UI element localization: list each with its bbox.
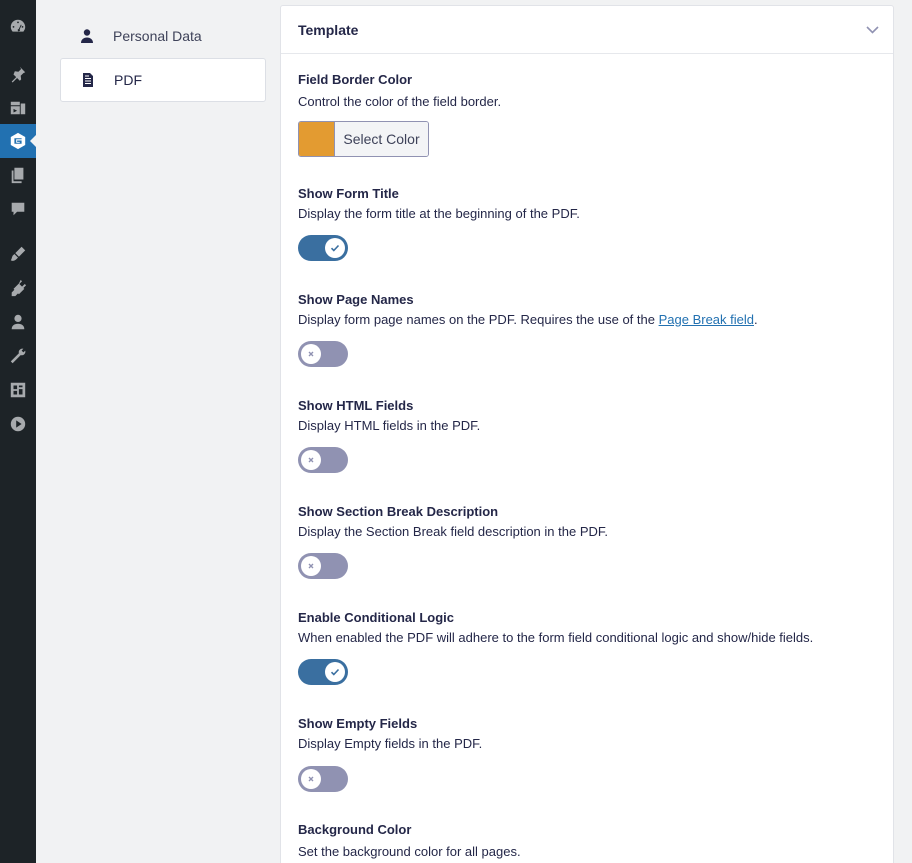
field-description: Set the background color for all pages. xyxy=(298,844,521,859)
show-empty-fields-toggle[interactable] xyxy=(298,766,348,792)
plugins-icon[interactable] xyxy=(0,271,36,305)
description-text-end: . xyxy=(754,312,758,327)
field-description: When enabled the PDF will adhere to the … xyxy=(298,630,814,645)
x-icon xyxy=(301,769,321,789)
field-title: Show Empty Fields xyxy=(298,716,418,731)
select-color-label: Select Color xyxy=(335,122,428,156)
users-icon[interactable] xyxy=(0,305,36,339)
page-break-field-link[interactable]: Page Break field xyxy=(659,312,754,327)
settings-icon[interactable] xyxy=(0,373,36,407)
field-description: Display form page names on the PDF. Requ… xyxy=(298,312,758,328)
x-icon xyxy=(301,344,321,364)
field-description: Display the Section Break field descript… xyxy=(298,524,608,539)
field-border-color: Field Border Color Control the color of … xyxy=(298,72,501,110)
x-icon xyxy=(301,556,321,576)
media-icon[interactable] xyxy=(0,91,36,125)
description-text: Display form page names on the PDF. Requ… xyxy=(298,312,659,327)
template-panel: Template Field Border Color Control the … xyxy=(280,5,894,863)
appearance-icon[interactable] xyxy=(0,237,36,271)
field-show-empty-fields: Show Empty Fields Display Empty fields i… xyxy=(298,716,482,752)
check-icon xyxy=(325,238,345,258)
pages-icon[interactable] xyxy=(0,158,36,192)
field-enable-conditional-logic: Enable Conditional Logic When enabled th… xyxy=(298,610,813,646)
field-title: Show Section Break Description xyxy=(298,504,499,519)
panel-title: Template xyxy=(298,21,359,38)
subnav-item-pdf[interactable]: PDF xyxy=(60,58,266,102)
field-title: Enable Conditional Logic xyxy=(298,610,454,625)
subnav-label: PDF xyxy=(114,72,142,88)
show-html-fields-toggle[interactable] xyxy=(298,447,348,473)
field-show-form-title: Show Form Title Display the form title a… xyxy=(298,186,580,222)
field-description: Display the form title at the beginning … xyxy=(298,206,580,221)
enable-conditional-logic-toggle[interactable] xyxy=(298,659,348,685)
tools-icon[interactable] xyxy=(0,339,36,373)
user-icon xyxy=(78,27,96,45)
field-show-html-fields: Show HTML Fields Display HTML fields in … xyxy=(298,398,480,434)
field-description: Display HTML fields in the PDF. xyxy=(298,418,481,433)
dashboard-icon[interactable] xyxy=(0,9,36,43)
show-form-title-toggle[interactable] xyxy=(298,235,348,261)
field-description: Display Empty fields in the PDF. xyxy=(298,736,483,751)
admin-sidebar xyxy=(0,0,36,863)
field-title: Show Form Title xyxy=(298,186,399,201)
field-title: Field Border Color xyxy=(298,72,413,87)
comments-icon[interactable] xyxy=(0,192,36,226)
panel-header[interactable]: Template xyxy=(281,6,893,54)
document-icon xyxy=(79,71,97,89)
subnav-item-personal-data[interactable]: Personal Data xyxy=(60,14,266,58)
field-title: Background Color xyxy=(298,822,412,837)
field-show-section-break-description: Show Section Break Description Display t… xyxy=(298,504,608,540)
field-show-page-names: Show Page Names Display form page names … xyxy=(298,292,758,328)
color-swatch xyxy=(299,122,335,156)
field-background-color: Background Color Set the background colo… xyxy=(298,822,521,860)
field-title: Show HTML Fields xyxy=(298,398,414,413)
show-page-names-toggle[interactable] xyxy=(298,341,348,367)
play-icon[interactable] xyxy=(0,407,36,441)
field-title: Show Page Names xyxy=(298,292,414,307)
show-section-break-description-toggle[interactable] xyxy=(298,553,348,579)
check-icon xyxy=(325,662,345,682)
gravity-forms-icon[interactable] xyxy=(0,124,36,158)
settings-subnav: Personal Data PDF xyxy=(60,14,266,102)
chevron-down-icon[interactable] xyxy=(866,23,879,36)
select-color-button[interactable]: Select Color xyxy=(298,121,429,157)
subnav-label: Personal Data xyxy=(113,28,202,44)
field-description: Control the color of the field border. xyxy=(298,94,502,109)
pin-icon[interactable] xyxy=(0,57,36,91)
x-icon xyxy=(301,450,321,470)
